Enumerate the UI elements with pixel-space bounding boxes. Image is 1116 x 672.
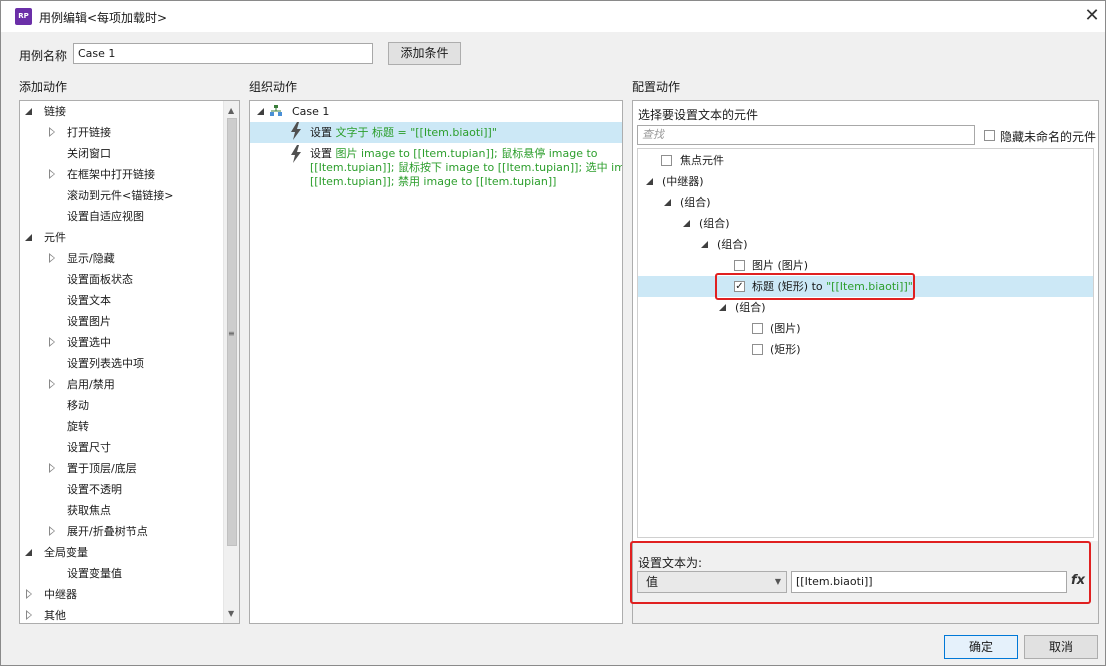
- hide-unnamed-label: 隐藏未命名的元件: [1000, 130, 1097, 144]
- tree-collapse-icon[interactable]: [49, 463, 55, 473]
- add-actions-heading: 添加动作: [19, 80, 68, 94]
- organize-actions-heading: 组织动作: [249, 80, 298, 94]
- action-item[interactable]: 展开/折叠树节点: [67, 521, 148, 542]
- action-item[interactable]: 启用/禁用: [67, 374, 115, 395]
- action-category[interactable]: 链接: [44, 101, 66, 122]
- hide-unnamed-checkbox[interactable]: [984, 130, 995, 141]
- action-set-text-label: 设置 文字于 标题 = "[[Item.biaoti]]": [310, 122, 497, 143]
- action-item[interactable]: 打开链接: [67, 122, 111, 143]
- scroll-grip-icon: ≡: [228, 329, 235, 338]
- action-item[interactable]: 关闭窗口: [67, 143, 111, 164]
- focus-widget-checkbox[interactable]: [661, 155, 672, 166]
- lightning-icon: [290, 145, 302, 167]
- action-category[interactable]: 元件: [44, 227, 66, 248]
- title-bar: RP 用例编辑<每项加载时> ✕: [1, 1, 1105, 32]
- action-prefix: 设置: [310, 126, 336, 139]
- organize-actions-tree: Case 1 设置 文字于 标题 = "[[Item.biaoti]]" 设置 …: [249, 100, 623, 624]
- rect2-label: (矩形): [770, 343, 801, 356]
- case-name-input[interactable]: Case 1: [73, 43, 373, 64]
- image2-checkbox[interactable]: [752, 323, 763, 334]
- app-logo-icon: RP: [15, 8, 32, 25]
- action-detail: [[Item.tupian]]; 禁用 image to [[Item.tupi…: [310, 175, 557, 188]
- action-item[interactable]: 移动: [67, 395, 89, 416]
- case-node-label[interactable]: Case 1: [292, 101, 329, 122]
- group-expand-icon[interactable]: [701, 241, 708, 248]
- group-node-2[interactable]: (组合): [699, 213, 730, 234]
- focus-widget-label: 焦点元件: [680, 154, 724, 167]
- tree-expand-icon[interactable]: [25, 549, 32, 556]
- tree-collapse-icon[interactable]: [26, 610, 32, 620]
- repeater-expand-icon[interactable]: [646, 178, 653, 185]
- group-expand-icon[interactable]: [719, 304, 726, 311]
- lightning-icon: [290, 122, 302, 144]
- ok-button[interactable]: 确定: [944, 635, 1018, 659]
- action-item[interactable]: 设置自适应视图: [67, 206, 144, 227]
- action-set-image-label[interactable]: 设置 图片 image to [[Item.tupian]]; 鼠标悬停 ima…: [310, 147, 622, 189]
- window-title: 用例编辑<每项加载时>: [39, 11, 168, 25]
- rect2-checkbox[interactable]: [752, 344, 763, 355]
- image-item-checkbox[interactable]: [734, 260, 745, 271]
- action-item[interactable]: 设置列表选中项: [67, 353, 144, 374]
- add-condition-button[interactable]: 添加条件: [388, 42, 461, 65]
- highlight-box-title-item: [715, 273, 915, 300]
- repeater-node[interactable]: (中继器): [662, 171, 704, 192]
- action-category[interactable]: 中继器: [44, 584, 77, 605]
- action-detail: 文字于 标题 = "[[Item.biaoti]]": [335, 126, 497, 139]
- group-node-1[interactable]: (组合): [680, 192, 711, 213]
- group-expand-icon[interactable]: [683, 220, 690, 227]
- image2-label: (图片): [770, 322, 801, 335]
- action-item[interactable]: 获取焦点: [67, 500, 111, 521]
- tree-expand-icon[interactable]: [25, 234, 32, 241]
- tree-collapse-icon[interactable]: [49, 253, 55, 263]
- action-item[interactable]: 设置选中: [67, 332, 111, 353]
- action-category[interactable]: 其他: [44, 605, 66, 623]
- tree-expand-icon[interactable]: [25, 108, 32, 115]
- background-window-edge: [1106, 0, 1116, 672]
- action-category[interactable]: 全局变量: [44, 542, 88, 563]
- tree-collapse-icon[interactable]: [49, 127, 55, 137]
- close-icon[interactable]: ✕: [1079, 4, 1105, 28]
- scroll-up-icon[interactable]: ▲: [228, 106, 234, 115]
- case-name-label: 用例名称: [19, 49, 68, 63]
- action-prefix: 设置: [310, 147, 336, 160]
- action-item[interactable]: 设置尺寸: [67, 437, 111, 458]
- search-input[interactable]: 查找: [637, 125, 975, 145]
- widget-tree: 焦点元件 (中继器) (组合) (组合) (组合) 图片 (图片) ✓ 标题 (…: [637, 148, 1094, 538]
- add-actions-tree: ▲ ≡ ▼ 链接 打开链接 关闭窗口 在框架中打开链接 滚动到元件<锚链接> 设置自适应视…: [19, 100, 240, 624]
- select-widget-label: 选择要设置文本的元件: [638, 108, 759, 122]
- group-node-4[interactable]: (组合): [735, 297, 766, 318]
- cancel-button[interactable]: 取消: [1024, 635, 1098, 659]
- action-item[interactable]: 在框架中打开链接: [67, 164, 155, 185]
- action-item[interactable]: 设置文本: [67, 290, 111, 311]
- group-node-3[interactable]: (组合): [717, 234, 748, 255]
- add-actions-scrollbar[interactable]: ▲ ≡ ▼: [223, 101, 239, 623]
- tree-collapse-icon[interactable]: [49, 337, 55, 347]
- action-item[interactable]: 设置面板状态: [67, 269, 133, 290]
- action-item[interactable]: 旋转: [67, 416, 89, 437]
- tree-collapse-icon[interactable]: [49, 526, 55, 536]
- action-item[interactable]: 滚动到元件<锚链接>: [67, 185, 173, 206]
- case-tree-icon: [270, 105, 282, 117]
- action-item[interactable]: 设置变量值: [67, 563, 122, 584]
- action-detail: 图片 image to [[Item.tupian]]; 鼠标悬停 image …: [335, 147, 598, 160]
- action-detail: [[Item.tupian]]; 鼠标按下 image to [[Item.tu…: [310, 161, 622, 174]
- scroll-down-icon[interactable]: ▼: [228, 609, 234, 618]
- action-item[interactable]: 置于顶层/底层: [67, 458, 137, 479]
- group-expand-icon[interactable]: [664, 199, 671, 206]
- tree-collapse-icon[interactable]: [49, 169, 55, 179]
- case-editor-dialog: RP 用例编辑<每项加载时> ✕ 用例名称 Case 1 添加条件 添加动作 组…: [0, 0, 1106, 666]
- tree-collapse-icon[interactable]: [49, 379, 55, 389]
- config-actions-heading: 配置动作: [632, 80, 681, 94]
- tree-collapse-icon[interactable]: [26, 589, 32, 599]
- action-item[interactable]: 设置不透明: [67, 479, 122, 500]
- action-item[interactable]: 设置图片: [67, 311, 111, 332]
- case-expand-icon[interactable]: [257, 108, 264, 115]
- action-item[interactable]: 显示/隐藏: [67, 248, 115, 269]
- highlight-box-set-text: [630, 541, 1091, 604]
